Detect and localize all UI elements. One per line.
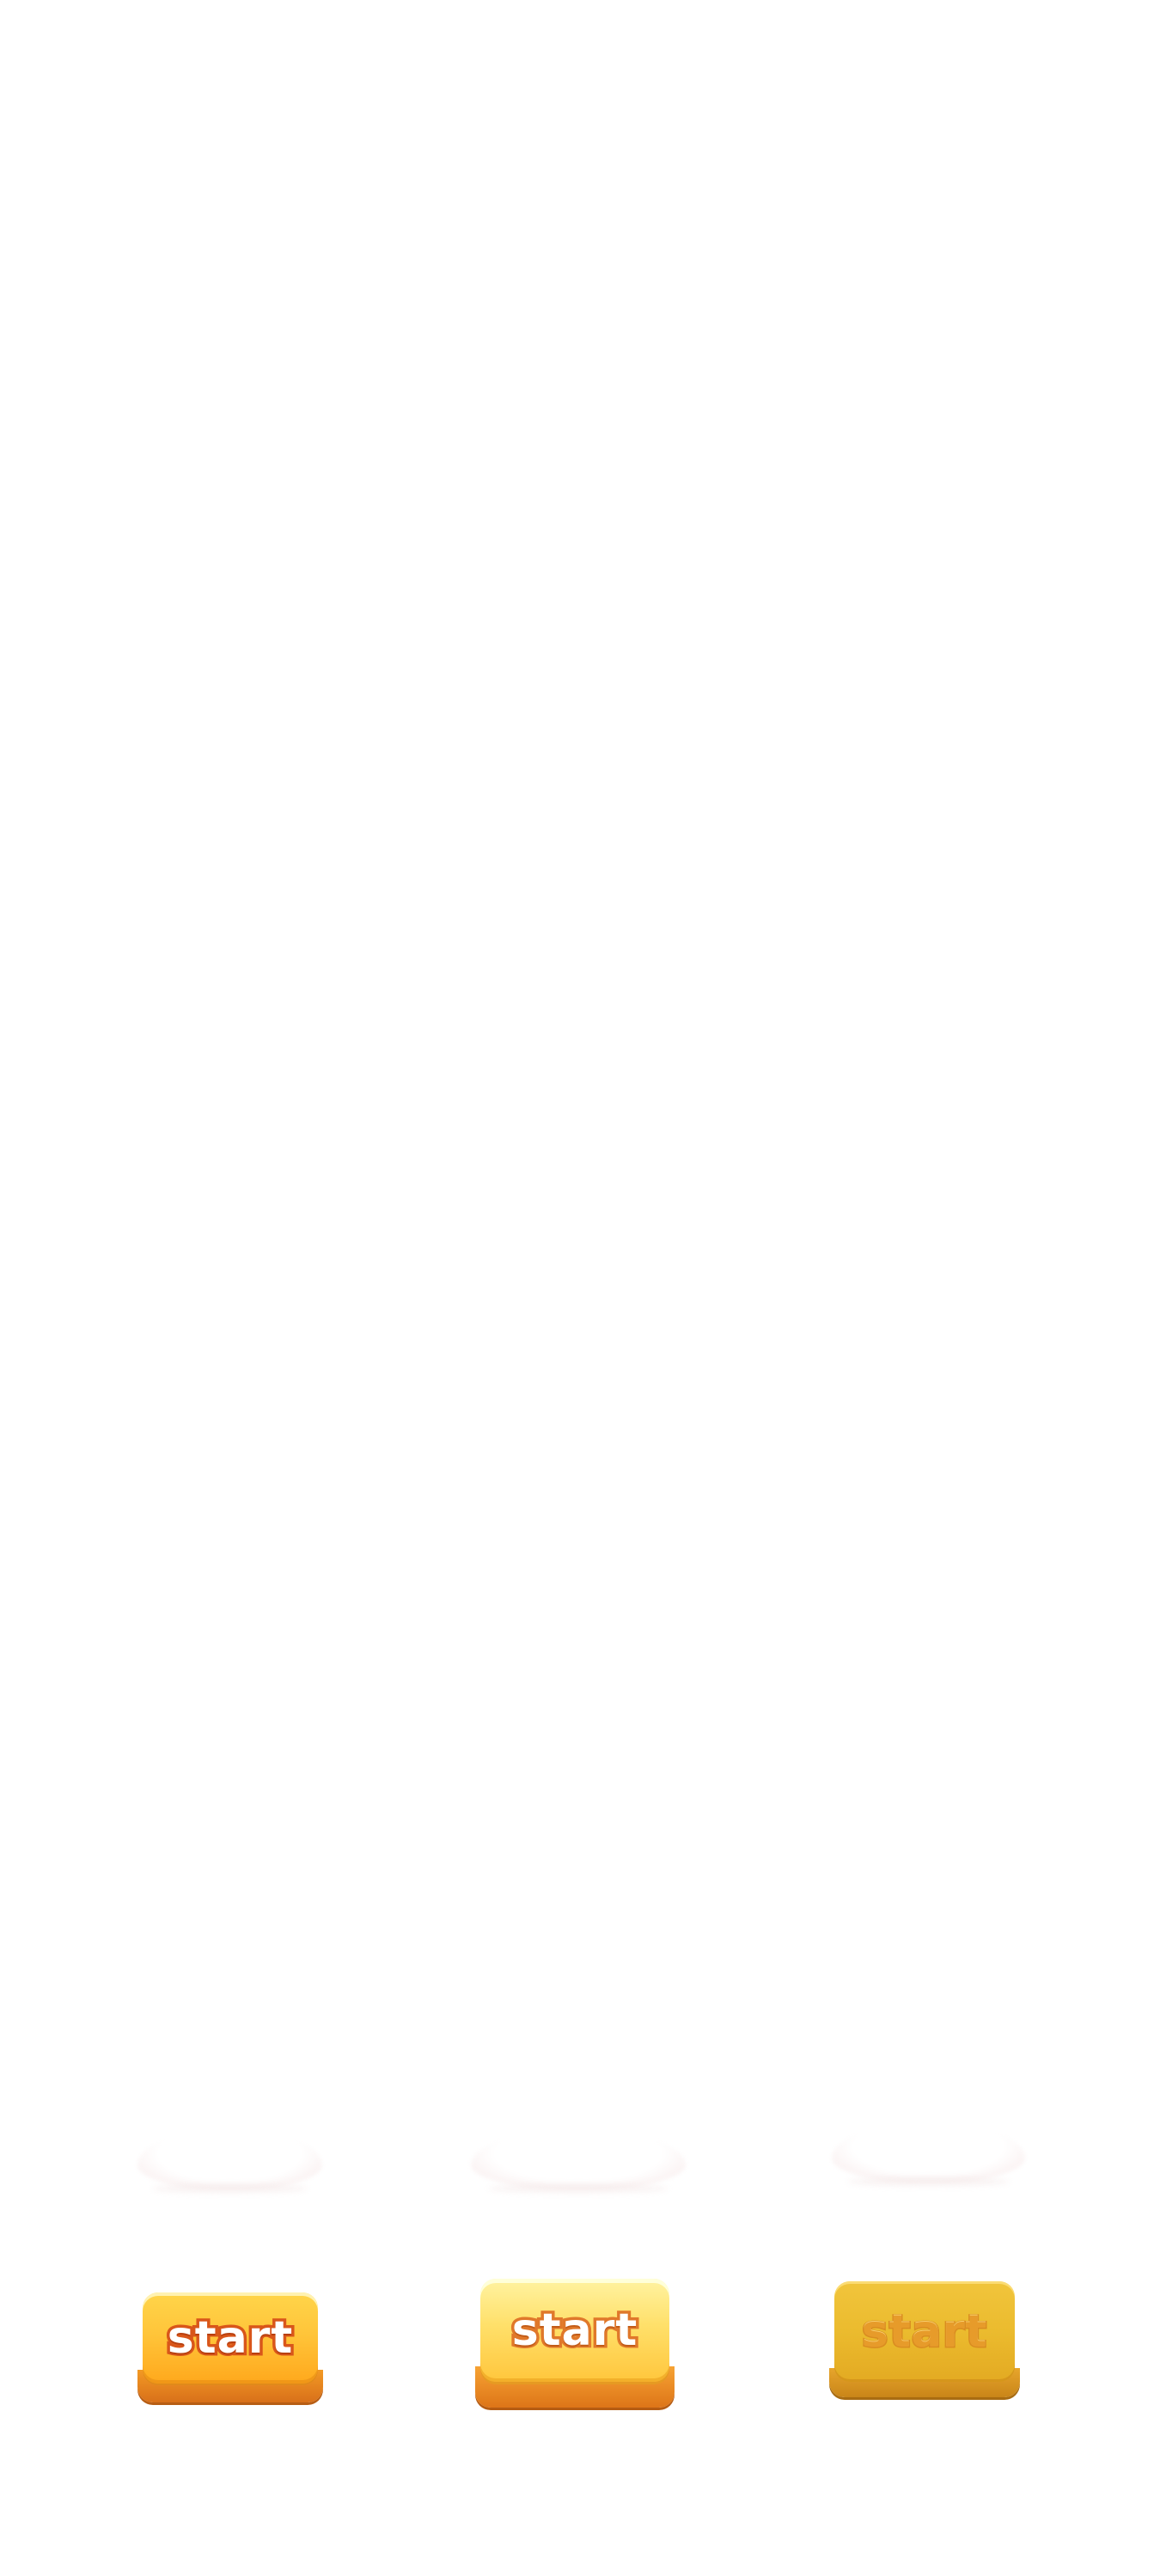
cloud-decoration: [471, 2129, 686, 2189]
start-button-disabled[interactable]: start: [829, 2281, 1020, 2397]
button-face: start: [480, 2279, 669, 2382]
start-button-label: start: [164, 2312, 295, 2364]
cloud-decoration: [832, 2122, 1025, 2182]
start-button-hover[interactable]: start: [475, 2279, 675, 2408]
start-button-label: start: [509, 2304, 639, 2356]
cloud-decoration: [137, 2129, 322, 2189]
button-face: start: [834, 2281, 1015, 2382]
start-button-label: start: [860, 2305, 988, 2358]
game-asset-sheet: start start start: [0, 0, 1160, 2576]
start-button-normal[interactable]: start: [137, 2292, 323, 2402]
button-face: start: [143, 2292, 318, 2384]
